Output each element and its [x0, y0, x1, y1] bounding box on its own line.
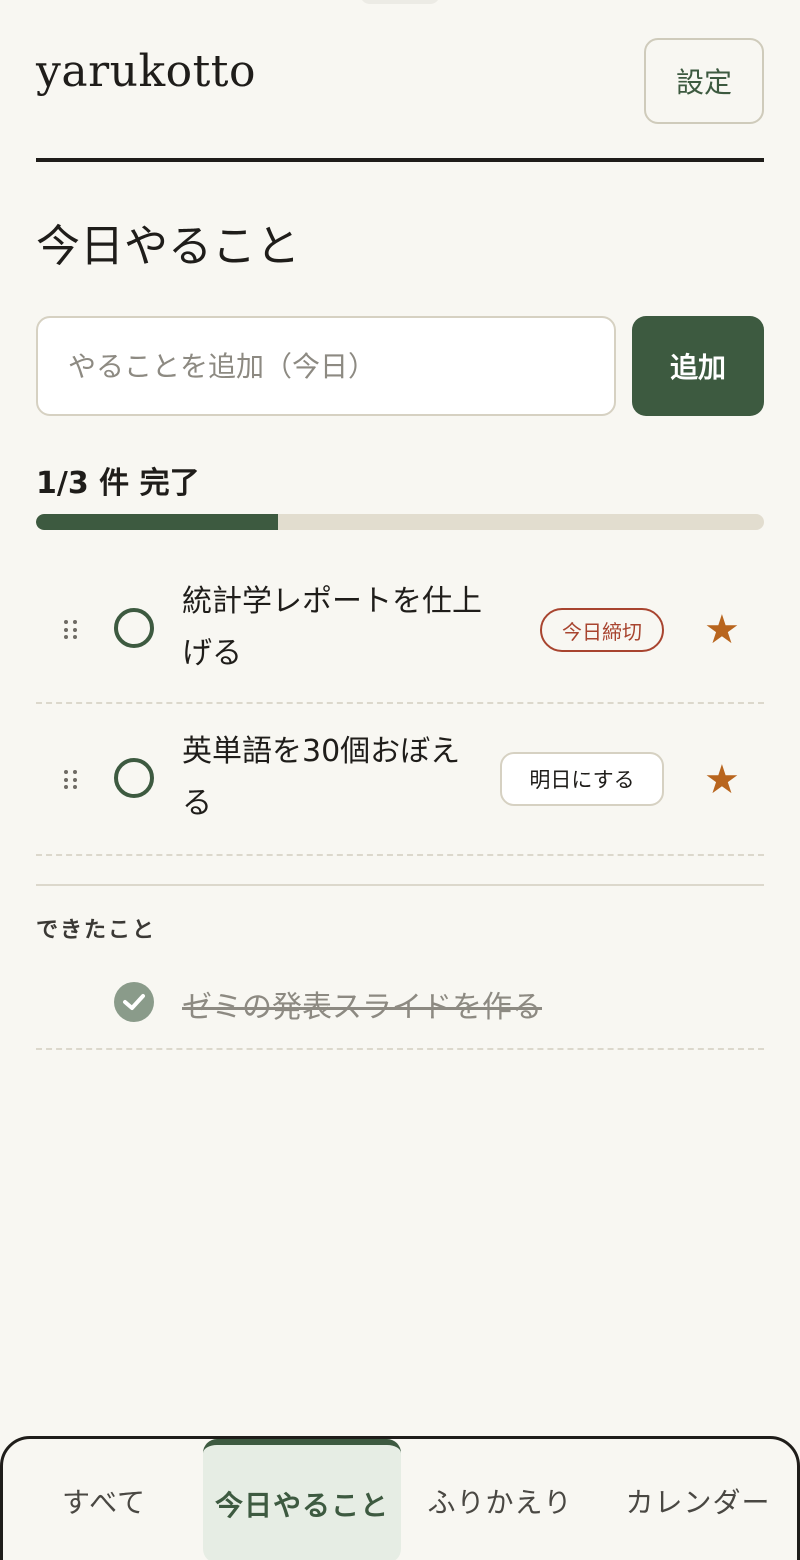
drag-handle-icon[interactable] — [64, 620, 78, 640]
bottom-nav: すべて 今日やること ふりかえり カレンダー — [0, 1436, 800, 1560]
check-icon[interactable] — [114, 982, 154, 1022]
task-checkbox[interactable] — [114, 758, 154, 798]
add-task-input[interactable] — [36, 316, 616, 416]
task-title: 統計学レポートを仕上 げる — [182, 576, 482, 680]
progress-bar — [36, 514, 764, 530]
task-checkbox[interactable] — [114, 608, 154, 648]
app-header: yarukotto 設定 — [36, 38, 764, 162]
tab-calendar[interactable]: カレンダー — [599, 1439, 797, 1560]
task-title-line2: る — [182, 786, 212, 821]
progress-label: 1/3 件 完了 — [36, 466, 200, 501]
app-title: yarukotto — [36, 46, 256, 97]
done-section-heading: できたこと — [36, 918, 157, 943]
settings-button[interactable]: 設定 — [644, 38, 764, 124]
top-notch — [360, 0, 440, 4]
star-icon[interactable]: ★ — [704, 760, 740, 800]
task-title: 英単語を30個おぼえ る — [182, 726, 460, 830]
page-title: 今日やること — [36, 221, 300, 272]
tab-today[interactable]: 今日やること — [203, 1439, 401, 1560]
tab-all[interactable]: すべて — [5, 1439, 203, 1560]
task-title-line1: 統計学レポートを仕上 — [182, 584, 482, 619]
task-title-line2: げる — [182, 636, 242, 671]
done-task-item[interactable]: ゼミの発表スライドを作る — [36, 952, 764, 1050]
move-to-tomorrow-button[interactable]: 明日にする — [500, 752, 664, 806]
section-divider — [36, 884, 764, 886]
task-item[interactable]: 統計学レポートを仕上 げる 今日締切 ★ — [36, 556, 764, 704]
task-item[interactable]: 英単語を30個おぼえ る 明日にする ★ — [36, 704, 764, 856]
add-task-button[interactable]: 追加 — [632, 316, 764, 416]
progress-fill — [36, 514, 279, 530]
done-task-title: ゼミの発表スライドを作る — [182, 990, 542, 1025]
deadline-badge: 今日締切 — [540, 608, 664, 652]
star-icon[interactable]: ★ — [704, 610, 740, 650]
tab-review[interactable]: ふりかえり — [401, 1439, 599, 1560]
task-title-line1: 英単語を30個おぼえ — [182, 734, 461, 769]
drag-handle-icon[interactable] — [64, 770, 78, 790]
